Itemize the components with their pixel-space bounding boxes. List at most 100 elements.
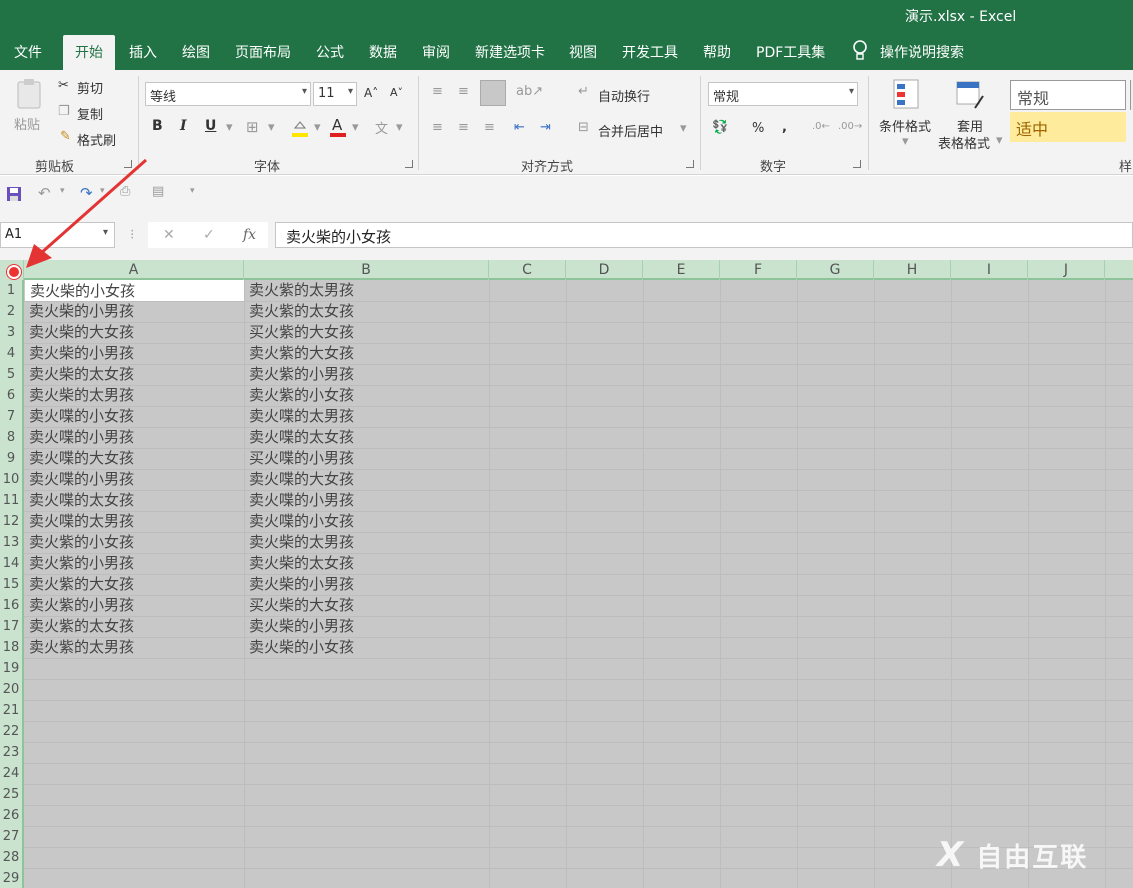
orientation-icon[interactable]: ab↗ xyxy=(516,84,543,99)
style-neutral[interactable]: 适中 xyxy=(1010,112,1126,142)
cell-b12[interactable]: 卖火喋的小女孩 xyxy=(245,511,489,532)
wrap-text-button[interactable]: 自动换行 xyxy=(598,86,650,105)
cell-a3[interactable]: 卖火柴的大女孩 xyxy=(25,322,244,343)
wrap-text-icon[interactable]: ↵ xyxy=(578,84,589,99)
row-header-2[interactable]: 2 xyxy=(0,301,22,322)
row-header-8[interactable]: 8 xyxy=(0,427,22,448)
alignment-launcher-icon[interactable] xyxy=(686,160,694,168)
row-header-22[interactable]: 22 xyxy=(0,721,22,742)
cell-b13[interactable]: 卖火柴的太男孩 xyxy=(245,532,489,553)
tab-file[interactable]: 文件 xyxy=(14,42,42,62)
cell-a18[interactable]: 卖火紫的太男孩 xyxy=(25,637,244,658)
row-header-17[interactable]: 17 xyxy=(0,616,22,637)
decrease-decimal-icon[interactable]: .00→ xyxy=(838,121,862,132)
cell-b8[interactable]: 卖火喋的太女孩 xyxy=(245,427,489,448)
copy-button[interactable]: 复制 xyxy=(77,104,103,123)
cell-b2[interactable]: 卖火紫的太女孩 xyxy=(245,301,489,322)
underline-dropdown-icon[interactable]: ▾ xyxy=(226,120,233,135)
clipboard-launcher-icon[interactable] xyxy=(124,160,132,168)
decrease-indent-icon[interactable]: ⇤ xyxy=(514,120,525,135)
cut-icon[interactable]: ✂ xyxy=(58,78,69,93)
cell-a8[interactable]: 卖火喋的小男孩 xyxy=(25,427,244,448)
column-header-a[interactable]: A xyxy=(24,260,244,280)
cell-b11[interactable]: 卖火喋的小男孩 xyxy=(245,490,489,511)
cell-b5[interactable]: 卖火紫的小男孩 xyxy=(245,364,489,385)
cell-b9[interactable]: 买火喋的小男孩 xyxy=(245,448,489,469)
row-header-14[interactable]: 14 xyxy=(0,553,22,574)
conditional-format-icon[interactable] xyxy=(892,78,920,110)
cell-b6[interactable]: 卖火紫的小女孩 xyxy=(245,385,489,406)
row-header-19[interactable]: 19 xyxy=(0,658,22,679)
row-header-5[interactable]: 5 xyxy=(0,364,22,385)
comma-button[interactable]: , xyxy=(782,120,787,135)
number-format-select[interactable]: 常规 ▾ xyxy=(708,82,858,106)
paste-icon[interactable] xyxy=(15,78,43,110)
font-launcher-icon[interactable] xyxy=(405,160,413,168)
cell-b4[interactable]: 卖火紫的大女孩 xyxy=(245,343,489,364)
cell-a6[interactable]: 卖火柴的太男孩 xyxy=(25,385,244,406)
cell-b7[interactable]: 卖火喋的太男孩 xyxy=(245,406,489,427)
column-header-c[interactable]: C xyxy=(489,260,566,280)
row-header-11[interactable]: 11 xyxy=(0,490,22,511)
name-box[interactable]: A1 ▾ xyxy=(0,222,115,248)
cancel-icon[interactable]: ✕ xyxy=(163,227,175,243)
percent-button[interactable]: % xyxy=(752,121,764,136)
enter-icon[interactable]: ✓ xyxy=(203,227,215,243)
tab-review[interactable]: 审阅 xyxy=(422,42,450,62)
row-header-9[interactable]: 9 xyxy=(0,448,22,469)
merge-dropdown-icon[interactable]: ▾ xyxy=(680,121,687,136)
redo-icon[interactable]: ↷ xyxy=(80,184,93,202)
cell-a9[interactable]: 卖火喋的大女孩 xyxy=(25,448,244,469)
tab-view[interactable]: 视图 xyxy=(569,42,597,62)
column-header-e[interactable]: E xyxy=(643,260,720,280)
cell-a1[interactable]: 卖火柴的小女孩 xyxy=(25,280,244,301)
phonetic-dropdown-icon[interactable]: ▾ xyxy=(396,120,403,135)
font-color-dropdown-icon[interactable]: ▾ xyxy=(352,120,359,135)
format-painter-icon[interactable]: ✎ xyxy=(60,129,71,144)
row-header-15[interactable]: 15 xyxy=(0,574,22,595)
column-header-i[interactable]: I xyxy=(951,260,1028,280)
save-icon[interactable] xyxy=(6,186,22,202)
column-header-j[interactable]: J xyxy=(1028,260,1105,280)
align-right-icon[interactable]: ≡ xyxy=(484,120,495,135)
select-all-button[interactable] xyxy=(0,260,24,280)
tab-formulas[interactable]: 公式 xyxy=(316,42,344,62)
tell-me-search[interactable]: 操作说明搜索 xyxy=(880,42,964,62)
row-header-23[interactable]: 23 xyxy=(0,742,22,763)
undo-dropdown-icon[interactable]: ▾ xyxy=(60,186,65,196)
increase-decimal-icon[interactable]: .0← xyxy=(812,121,830,132)
cell-b1[interactable]: 卖火紫的太男孩 xyxy=(245,280,489,301)
insert-function-icon[interactable]: fx xyxy=(243,227,256,243)
column-header-f[interactable]: F xyxy=(720,260,797,280)
row-header-1[interactable]: 1 xyxy=(0,280,22,301)
customize-qat-icon[interactable]: ▾ xyxy=(190,186,195,196)
redo-dropdown-icon[interactable]: ▾ xyxy=(100,186,105,196)
format-painter-button[interactable]: 格式刷 xyxy=(77,130,116,149)
copy-icon[interactable]: ❐ xyxy=(58,104,70,119)
form-icon[interactable]: ▤ xyxy=(152,184,164,199)
print-preview-icon[interactable]: ⎙ xyxy=(120,184,130,199)
format-as-table-icon[interactable] xyxy=(955,78,985,110)
tab-pdf-tools[interactable]: PDF工具集 xyxy=(756,42,825,62)
row-header-3[interactable]: 3 xyxy=(0,322,22,343)
row-header-13[interactable]: 13 xyxy=(0,532,22,553)
cell-a15[interactable]: 卖火紫的大女孩 xyxy=(25,574,244,595)
format-as-table-dropdown-icon[interactable]: ▾ xyxy=(996,133,1003,148)
row-header-29[interactable]: 29 xyxy=(0,868,22,888)
fill-color-dropdown-icon[interactable]: ▾ xyxy=(314,120,321,135)
font-size-select[interactable]: 11 ▾ xyxy=(313,82,357,106)
border-dropdown-icon[interactable]: ▾ xyxy=(268,120,275,135)
cell-a2[interactable]: 卖火柴的小男孩 xyxy=(25,301,244,322)
row-header-4[interactable]: 4 xyxy=(0,343,22,364)
cell-b15[interactable]: 卖火柴的小男孩 xyxy=(245,574,489,595)
tab-new[interactable]: 新建选项卡 xyxy=(475,42,545,62)
decrease-font-icon[interactable]: A˅ xyxy=(390,86,403,99)
merge-center-icon[interactable]: ⊟ xyxy=(578,120,589,135)
column-header-h[interactable]: H xyxy=(874,260,951,280)
cell-a12[interactable]: 卖火喋的太男孩 xyxy=(25,511,244,532)
currency-icon[interactable]: 💱 xyxy=(712,120,728,135)
row-header-28[interactable]: 28 xyxy=(0,847,22,868)
align-top-icon[interactable]: ≡ xyxy=(432,84,443,99)
align-center-icon[interactable]: ≡ xyxy=(458,120,469,135)
tab-page-layout[interactable]: 页面布局 xyxy=(235,42,291,62)
